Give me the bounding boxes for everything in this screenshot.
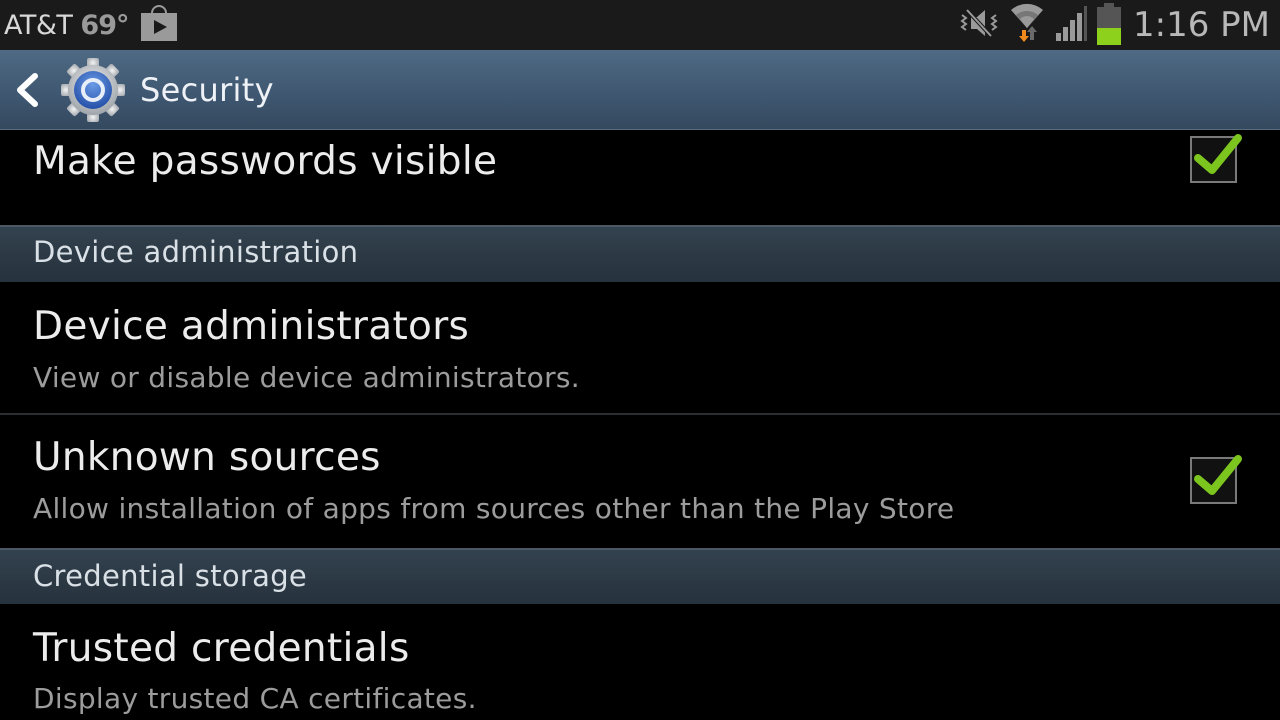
temperature-label: 69°	[80, 9, 129, 41]
setting-title: Device administrators	[33, 304, 470, 349]
checkmark-icon	[1194, 134, 1242, 174]
carrier-label: AT&T	[4, 9, 73, 41]
section-header-credential-storage: Credential storage	[0, 548, 1280, 604]
page-title: Security	[140, 70, 274, 109]
setting-title: Unknown sources	[33, 435, 381, 480]
battery-icon	[1097, 3, 1121, 45]
setting-unknown-sources[interactable]: Unknown sources Allow installation of ap…	[0, 415, 1280, 548]
section-header-label: Credential storage	[33, 559, 308, 593]
section-header-device-administration: Device administration	[0, 225, 1280, 282]
status-bar-right: 1:16 PM	[959, 0, 1270, 50]
unknown-sources-checkbox[interactable]	[1190, 455, 1242, 504]
mute-vibrate-icon	[959, 6, 999, 44]
setting-title: Trusted credentials	[33, 626, 410, 671]
settings-gear-icon[interactable]	[60, 57, 126, 123]
play-store-icon	[140, 5, 177, 41]
status-bar-left: AT&T 69°	[0, 0, 177, 50]
setting-summary: Allow installation of apps from sources …	[33, 492, 955, 525]
battery-level	[1097, 27, 1121, 45]
back-button[interactable]	[0, 50, 56, 130]
setting-make-passwords-visible[interactable]: Make passwords visible	[0, 131, 1280, 225]
clock: 1:16 PM	[1133, 5, 1270, 45]
setting-device-administrators[interactable]: Device administrators View or disable de…	[0, 282, 1280, 415]
wifi-icon	[1009, 2, 1045, 48]
setting-title: Make passwords visible	[33, 139, 498, 184]
chevron-left-icon	[17, 72, 38, 107]
signal-icon	[1055, 5, 1087, 45]
checkmark-icon	[1194, 455, 1242, 495]
setting-summary: View or disable device administrators.	[33, 361, 580, 394]
make-passwords-visible-checkbox[interactable]	[1190, 134, 1242, 183]
status-bar: AT&T 69° 1:16 PM	[0, 0, 1280, 50]
section-header-label: Device administration	[33, 235, 359, 269]
setting-trusted-credentials[interactable]: Trusted credentials Display trusted CA c…	[0, 604, 1280, 720]
settings-list: Make passwords visible Device administra…	[0, 131, 1280, 720]
action-bar: Security	[0, 50, 1280, 130]
setting-summary: Display trusted CA certificates.	[33, 682, 477, 715]
